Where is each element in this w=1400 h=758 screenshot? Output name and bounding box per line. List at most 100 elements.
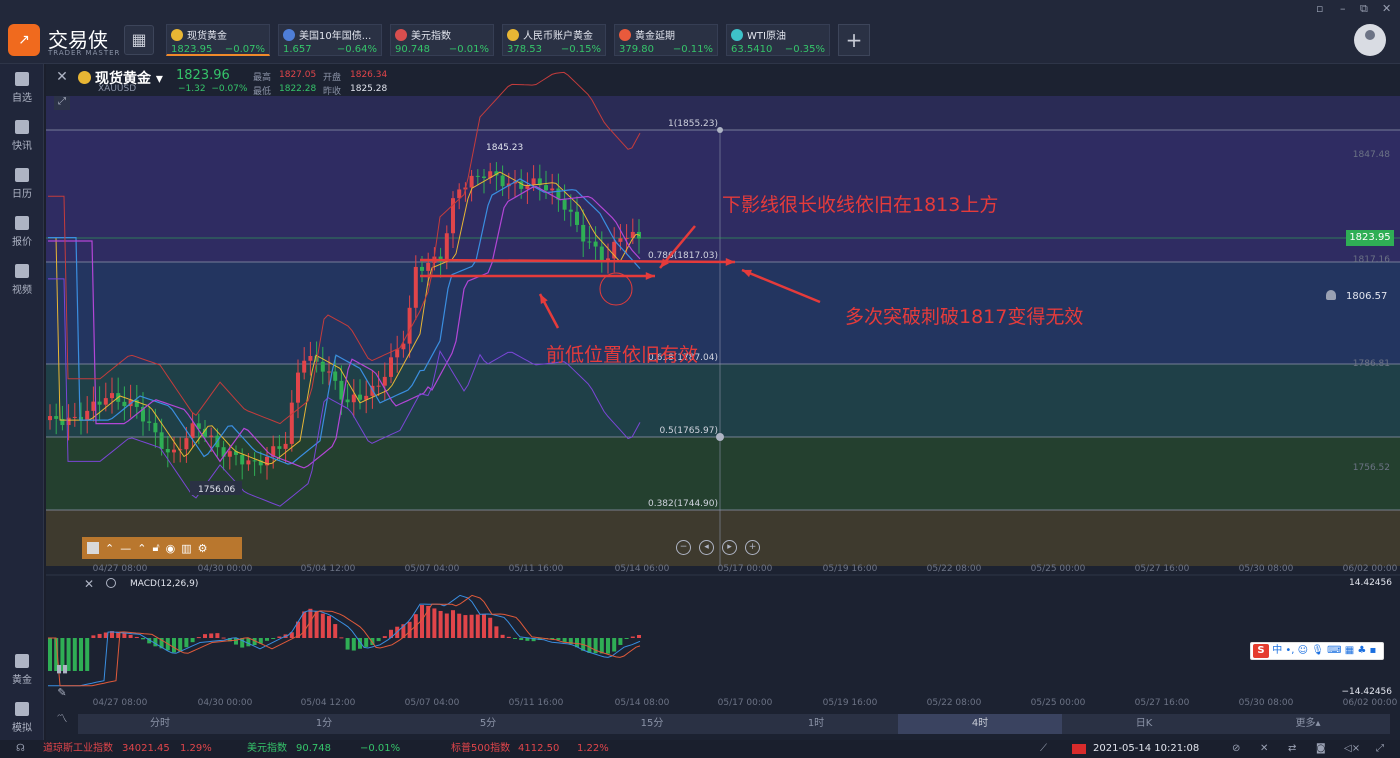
time-axis-label: 05/27 16:00 [1135, 564, 1190, 574]
time-axis-label: 05/19 16:00 [823, 564, 878, 574]
tools-icon[interactable]: ✕ [1260, 740, 1268, 758]
candle-body [54, 416, 59, 419]
candle-body [296, 372, 300, 403]
macd-time-label: 05/22 08:00 [927, 698, 982, 708]
candle-body [246, 460, 251, 465]
candle-body [420, 266, 424, 271]
chart-type-icon[interactable]: 〽 [54, 710, 70, 725]
no-image-icon[interactable]: ⊘ [1232, 740, 1240, 758]
macd-histogram-bar [432, 608, 437, 638]
annotation-lower-shadow: 下影线很长收线依旧在1813上方 [722, 194, 999, 216]
extreme-low-label: 1756.06 [198, 485, 235, 495]
candle-body [209, 435, 214, 437]
time-axis-label: 05/11 16:00 [509, 564, 564, 574]
macd-histogram-bar [141, 638, 145, 640]
indicator-settings-icon[interactable] [106, 578, 116, 588]
timeframe-tab[interactable]: 日K [1062, 714, 1226, 734]
ime-toolbar[interactable]: S 中 •, ☺ 🎙︎ ⌨ ▦ ♣ ▪ [1250, 642, 1384, 660]
share-icon[interactable]: ⇄ [1288, 740, 1296, 758]
close-indicator-icon[interactable]: ✕ [84, 577, 94, 591]
settings-icon[interactable]: ⚙︎ [198, 542, 208, 555]
candle-body [593, 241, 598, 247]
candle-body [376, 385, 381, 387]
candle-body [395, 349, 400, 358]
color-swatch[interactable] [87, 542, 99, 554]
expand-icon[interactable]: ⤢ [54, 96, 70, 110]
ticker-dow-value: 34021.45 [122, 743, 170, 754]
macd-histogram-bar [203, 634, 207, 638]
timeframe-tab[interactable]: 分时 [78, 714, 242, 734]
open-label: 开盘 [323, 73, 342, 83]
timeframe-tab[interactable]: 5分 [406, 714, 570, 734]
annotation-false-breakout: 多次突破刺破1817变得无效 [845, 306, 1084, 328]
scroll-right-button[interactable]: ▸ [722, 540, 737, 555]
macd-histogram-bar [79, 638, 83, 671]
line-style-icon[interactable]: — [120, 542, 131, 555]
draw-pen-icon[interactable]: ✎ [54, 686, 70, 700]
macd-histogram-bar [345, 638, 350, 650]
unlock-icon[interactable]: 🔓︎ [152, 541, 159, 555]
macd-histogram-bar [587, 638, 592, 653]
candle-body [587, 241, 592, 243]
mute-icon[interactable]: ◁× [1344, 740, 1360, 758]
price-chart-svg[interactable]: 1(1855.23)0.786(1817.03)0.618(1787.04)0.… [0, 0, 1400, 758]
candle-body [358, 394, 362, 400]
bell-icon [1326, 290, 1336, 300]
camera-icon[interactable]: ◙ [1316, 740, 1326, 758]
price-alert[interactable]: 1806.57 [1326, 290, 1387, 302]
scroll-left-button[interactable]: ◂ [699, 540, 714, 555]
timeframe-tab[interactable]: 更多▴ [1226, 714, 1390, 734]
timeframe-tab[interactable]: 15分 [570, 714, 734, 734]
headset-icon[interactable]: ☊ [16, 740, 25, 758]
candle-body [500, 175, 505, 187]
candle-body [444, 233, 449, 263]
macd-histogram-bar [382, 636, 387, 638]
timeframe-tab[interactable]: 1分 [242, 714, 406, 734]
timeframe-tab[interactable]: 4时 [898, 714, 1062, 734]
clock: 2021-05-14 10:21:08 [1093, 743, 1200, 754]
zoom-in-button[interactable]: + [745, 540, 760, 555]
candle-body [308, 355, 313, 361]
ticker-dow-name[interactable]: 道琼斯工业指数 [43, 740, 113, 758]
macd-histogram-bar [444, 613, 449, 638]
indicator-icon[interactable]: ▮▮ [54, 662, 70, 676]
open-value: 1826.34 [350, 70, 388, 80]
macd-time-label: 05/30 08:00 [1239, 698, 1294, 708]
macd-histogram-bar [364, 638, 369, 647]
close-chart-icon[interactable]: ✕ [54, 70, 70, 86]
candle-body [550, 188, 555, 191]
zoom-out-button[interactable]: − [676, 540, 691, 555]
fib-anchor-top [717, 127, 723, 133]
candle-body [252, 460, 257, 462]
candle-body [618, 238, 623, 242]
ticker-sp-name[interactable]: 标普500指数 [451, 740, 510, 758]
macd-histogram-bar [265, 638, 269, 641]
eye-icon[interactable]: ◉ [166, 542, 176, 555]
price-change: −1.32 −0.07% [178, 84, 248, 94]
chevron-up-icon[interactable]: ⌃ [137, 542, 146, 555]
timeframe-bar: 分时 1分 5分 15分 1时 4时 日K 更多▴ [78, 714, 1390, 734]
signal-icon[interactable]: ⟋ [1040, 740, 1047, 758]
macd-histogram-bar [637, 634, 641, 638]
macd-axis-top: 14.42456 [1349, 578, 1392, 588]
candle-body [85, 410, 90, 421]
ticker-usd-name[interactable]: 美元指数 [247, 740, 287, 758]
trash-icon[interactable]: ▥ [181, 542, 191, 555]
timeframe-tab[interactable]: 1时 [734, 714, 898, 734]
prev-close-value: 1825.28 [350, 84, 388, 94]
candle-body [475, 175, 480, 177]
macd-histogram-bar [134, 636, 139, 638]
candle-body [469, 175, 474, 188]
fib-label: 1(1855.23) [668, 119, 718, 129]
fib-zone [46, 96, 1400, 130]
candle-body [277, 446, 282, 449]
candle-body [153, 422, 158, 433]
chart-nav-controls: − ◂ ▸ + [676, 540, 760, 555]
chevron-up-icon[interactable]: ⌃ [105, 542, 114, 555]
macd-label: MACD(12,26,9) [130, 579, 199, 589]
macd-histogram-bar [91, 635, 96, 638]
candle-body [283, 443, 288, 449]
fullscreen-icon[interactable]: ⤢ [1376, 740, 1384, 758]
time-axis-label: 05/07 04:00 [405, 564, 460, 574]
ticker-sp-value: 4112.50 [518, 743, 560, 754]
